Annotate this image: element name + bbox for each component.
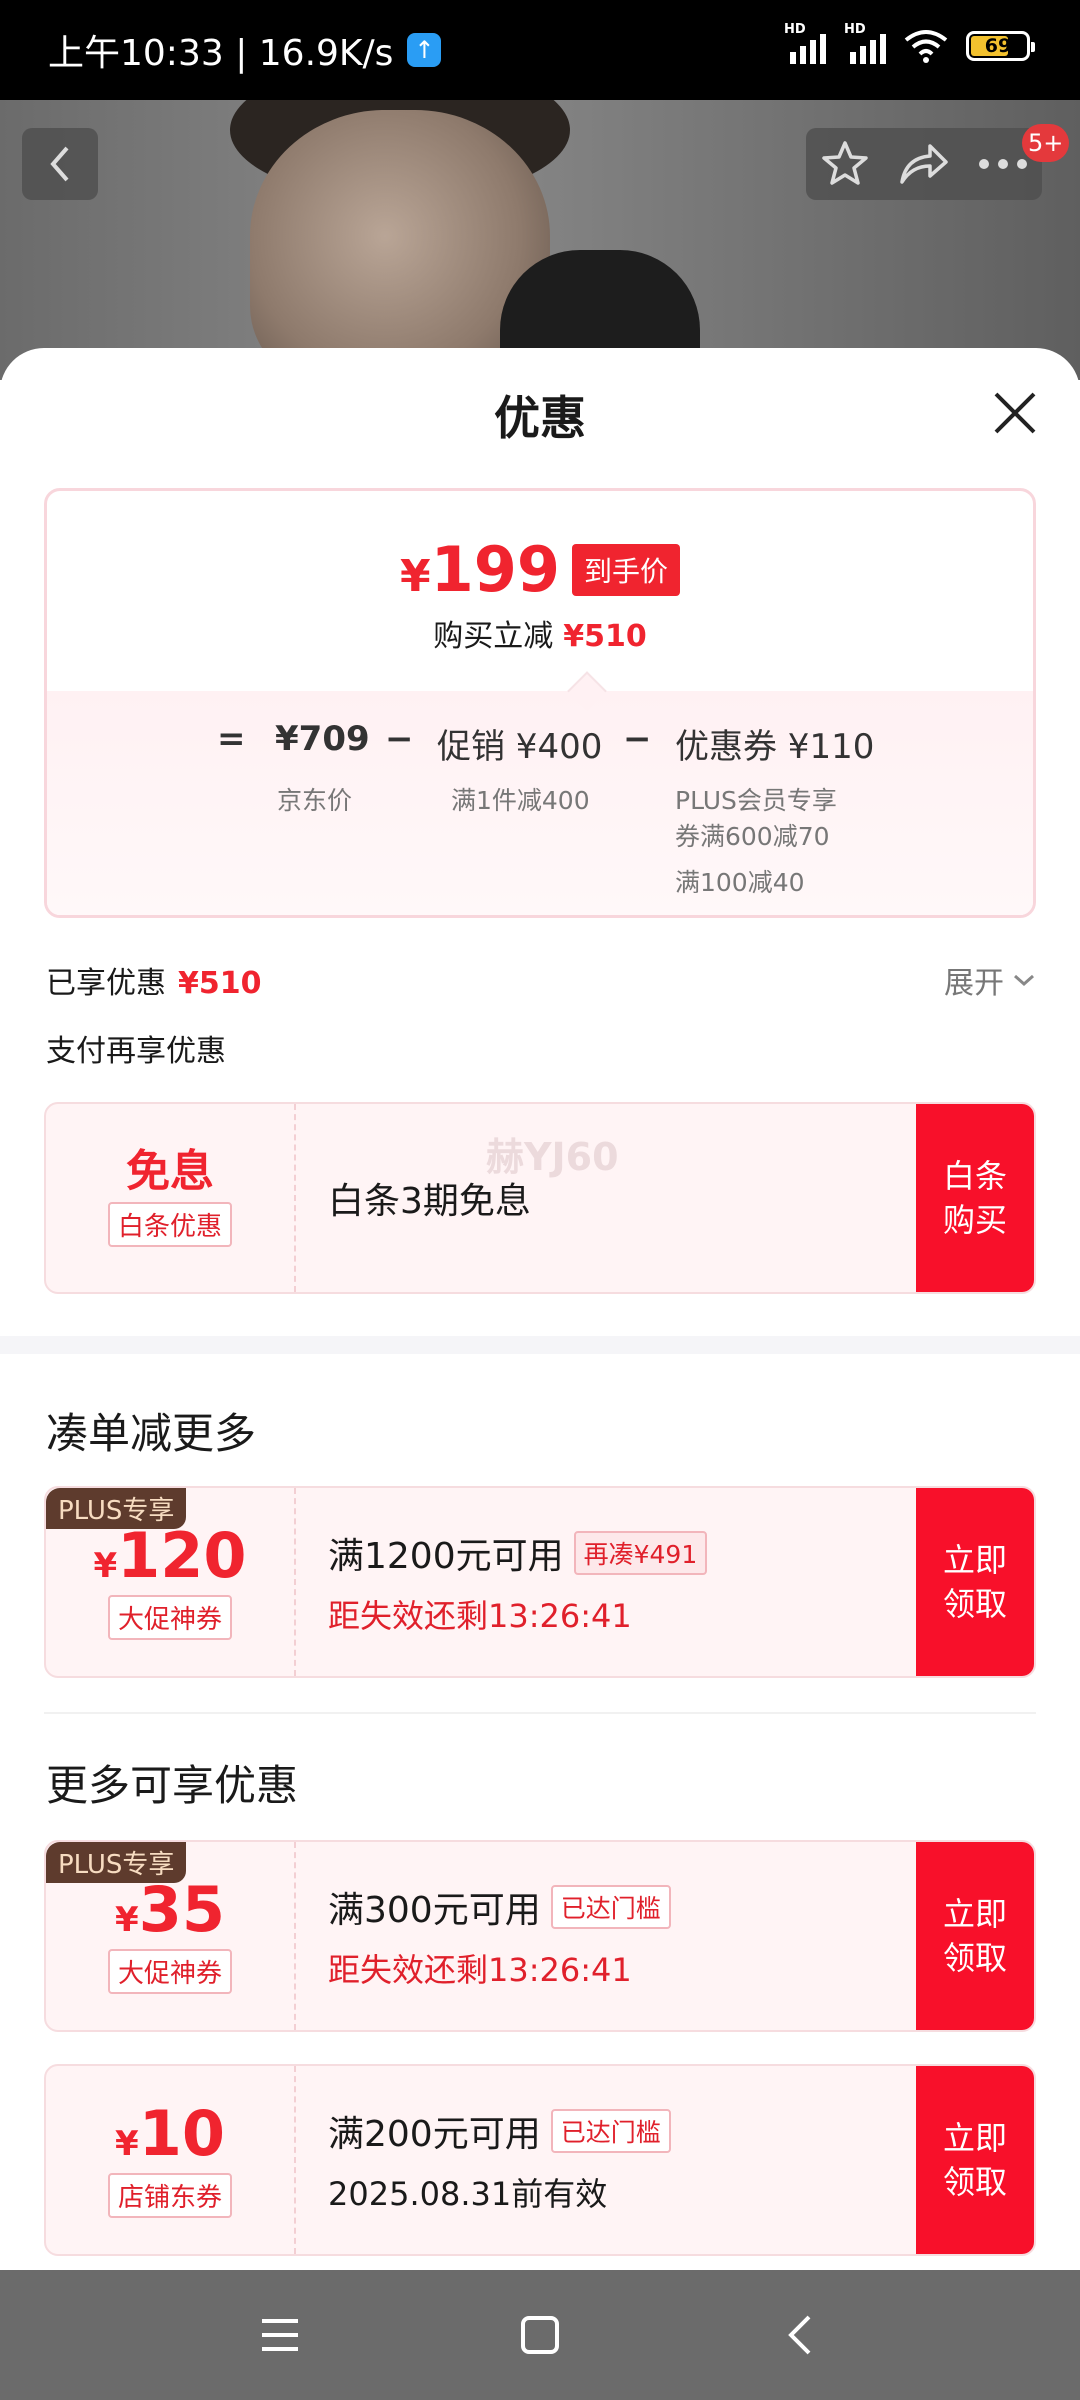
coupon-label: 优惠券 ¥110	[675, 727, 875, 767]
section-divider	[0, 1336, 1080, 1354]
coupon-condition: 满1200元可用	[328, 1536, 564, 1577]
coupon-chip: 已达门槛	[550, 2109, 671, 2153]
chevron-down-icon	[1014, 974, 1034, 987]
final-price-tag: 到手价	[572, 543, 681, 596]
coupon-kind: 大促神券	[107, 1594, 232, 1640]
coupon-card-120: ¥120 大促神券 PLUS专享 满1200元可用 再凑¥491 距失效还剩13…	[44, 1486, 1036, 1678]
signal-icon: HD	[784, 22, 826, 64]
wifi-icon	[904, 30, 948, 63]
status-bar: 上午10:33 | 16.9K/s ↑ HD HD 69	[0, 0, 1080, 100]
promo-detail: 满1件减400	[451, 786, 590, 815]
claim-button[interactable]: 立即 领取	[916, 2066, 1034, 2254]
battery-level: 69	[984, 35, 1012, 57]
nav-back-button[interactable]	[770, 2305, 830, 2365]
star-icon[interactable]	[820, 139, 870, 189]
coupon-condition: 满200元可用	[328, 2114, 541, 2155]
promo-label: 促销 ¥400	[437, 727, 603, 767]
section-title-extra: 更多可享优惠	[46, 1761, 299, 1810]
plus-tag: PLUS专享	[46, 1488, 187, 1529]
coupon-kind: 店铺东券	[107, 2172, 232, 2218]
menu-icon	[262, 2319, 298, 2351]
coupon-card-10: ¥10 店铺东券 满200元可用 已达门槛 2025.08.31前有效 立即 领取	[44, 2064, 1036, 2256]
baitiao-buy-button[interactable]: 白条 购买	[916, 1104, 1034, 1292]
close-icon[interactable]	[990, 388, 1040, 438]
coupon-chip: 再凑¥491	[573, 1531, 708, 1575]
upload-icon: ↑	[407, 33, 442, 67]
section-title-more: 凑单减更多	[46, 1409, 257, 1458]
back-button[interactable]	[22, 128, 98, 200]
price-breakdown-card: ¥199 到手价 购买立减 ¥510 = ¥709 − 促销 ¥400 − 优惠券…	[44, 488, 1036, 918]
enjoyed-discount: 已享优惠 ¥510	[46, 966, 262, 1001]
minus-sign-2: −	[623, 719, 652, 759]
minus-sign: −	[385, 719, 414, 759]
coupon-detail-2: 券满600减70	[675, 822, 830, 851]
coupon-validity: 2025.08.31前有效	[328, 2175, 608, 2213]
coupon-kind: 大促神券	[107, 1948, 232, 1994]
more-icon[interactable]	[978, 157, 1028, 171]
back-arrow-icon	[50, 146, 69, 182]
final-price: ¥199	[399, 533, 561, 606]
claim-button[interactable]: 立即 领取	[916, 1488, 1034, 1676]
message-badge: 5+	[1022, 124, 1070, 162]
coupon-amount: ¥120	[93, 1518, 247, 1592]
pay-section-title: 支付再享优惠	[46, 1034, 226, 1069]
top-actions	[806, 128, 1042, 200]
status-icons: HD HD 69	[784, 22, 1035, 64]
status-time: 上午10:33 | 16.9K/s	[48, 33, 394, 74]
coupon-countdown: 距失效还剩13:26:41	[328, 1597, 632, 1635]
coupon-detail-1: PLUS会员专享	[675, 786, 837, 815]
coupon-chip: 已达门槛	[550, 1885, 671, 1929]
coupon-kind: 白条优惠	[107, 1201, 232, 1247]
coupon-card-35: ¥35 大促神券 PLUS专享 满300元可用 已达门槛 距失效还剩13:26:…	[44, 1840, 1036, 2032]
battery-icon: 69	[966, 31, 1035, 61]
coupon-amount: 免息	[126, 1145, 214, 1197]
expand-button[interactable]: 展开	[944, 958, 1036, 1002]
coupon-detail-3: 满100减40	[675, 868, 805, 897]
nav-home-button[interactable]	[510, 2305, 570, 2365]
nav-back-icon	[788, 2315, 811, 2355]
divider-line	[44, 1712, 1036, 1714]
coupon-amount: ¥10	[115, 2096, 225, 2170]
coupon-condition: 满300元可用	[328, 1890, 541, 1931]
signal-icon-2: HD	[844, 22, 886, 64]
jd-price: ¥709	[275, 719, 370, 759]
coupon-amount: ¥35	[115, 1872, 225, 1946]
share-icon[interactable]	[898, 142, 950, 186]
nav-menu-button[interactable]	[250, 2305, 310, 2365]
plus-tag: PLUS专享	[46, 1842, 187, 1883]
coupon-condition: 白条3期免息	[328, 1181, 531, 1222]
claim-button[interactable]: 立即 领取	[916, 1842, 1034, 2030]
equals-sign: =	[217, 719, 246, 759]
jd-price-label: 京东价	[277, 786, 353, 815]
coupon-countdown: 距失效还剩13:26:41	[328, 1951, 632, 1989]
sheet-title: 优惠	[494, 391, 586, 445]
reduce-row: 购买立减 ¥510	[433, 619, 647, 654]
home-icon	[521, 2316, 559, 2354]
system-nav-bar	[0, 2270, 1080, 2400]
baitiao-card: 免息 白条优惠 赫YJ60 白条3期免息 白条 购买	[44, 1102, 1036, 1294]
